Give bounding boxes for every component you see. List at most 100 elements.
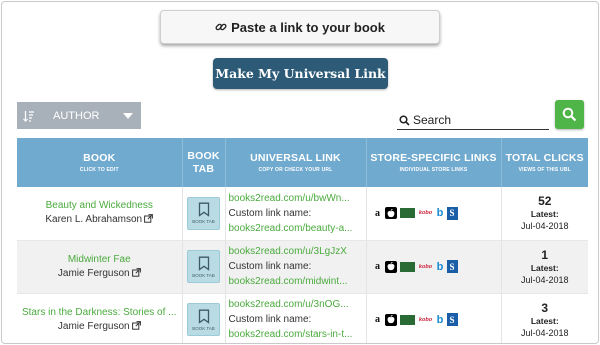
bookmark-icon — [198, 256, 209, 271]
amazon-icon[interactable]: a — [374, 314, 382, 325]
col-universal-link-sub: COPY OR CHECK YOUR URL — [258, 167, 333, 173]
books-table: BOOK CLICK TO EDIT BOOK TAB UNIVERSAL LI… — [17, 138, 588, 343]
custom-link-label: Custom link name: — [228, 314, 312, 325]
paste-link-button[interactable]: Paste a link to your book — [160, 10, 440, 44]
universal-link[interactable]: books2read.com/u/3LgJzX — [229, 244, 363, 259]
external-link-icon[interactable] — [144, 214, 154, 226]
scribd-icon[interactable]: S — [446, 313, 458, 326]
search-input[interactable]: Search — [397, 111, 549, 130]
latest-label: Latest: — [530, 209, 559, 220]
search-icon — [562, 107, 577, 122]
col-universal-link-title: UNIVERSAL LINK — [250, 152, 341, 164]
latest-date: Jul-04-2018 — [520, 274, 569, 285]
col-book-title: BOOK — [83, 152, 116, 164]
chevron-down-icon — [123, 112, 133, 119]
click-count: 52 — [538, 194, 552, 209]
nook-icon[interactable]: b — [437, 261, 444, 273]
col-store-links-sub: INDIVIDUAL STORE LINKS — [399, 167, 468, 173]
total-clicks-cell: 1 Latest: Jul-04-2018 — [501, 240, 588, 294]
universal-link[interactable]: books2read.com/u/3nOG... — [229, 297, 363, 312]
col-total-clicks-title: TOTAL CLICKS — [505, 152, 584, 164]
book-title-link[interactable]: Midwinter Fae — [20, 254, 179, 265]
col-book-sub: CLICK TO EDIT — [79, 167, 119, 173]
book-tab-button[interactable]: BOOK TAB — [187, 196, 220, 230]
sort-icon — [23, 110, 37, 122]
universal-link-cell: books2read.com/u/3LgJzX Custom link name… — [225, 240, 367, 294]
book-author: Jamie Ferguson — [20, 268, 179, 280]
kobo-icon[interactable]: kobo — [418, 209, 434, 217]
col-book-tab-title1: BOOK — [187, 149, 220, 162]
external-link-icon[interactable] — [131, 267, 141, 280]
amazon-icon[interactable]: a — [374, 208, 382, 219]
book-tab-button[interactable]: BOOK TAB — [187, 303, 220, 336]
book-author: Karen L. Abrahamson — [20, 214, 179, 226]
book-title-link[interactable]: Beauty and Wickedness — [20, 200, 179, 211]
book-cell: Midwinter Fae Jamie Ferguson — [17, 240, 183, 294]
author-name: Jamie Ferguson — [57, 320, 130, 332]
book-tab-label: BOOK TAB — [192, 325, 215, 331]
universal-link[interactable]: books2read.com/u/bwWn... — [229, 191, 363, 206]
universal-link-cell: books2read.com/u/bwWn... Custom link nam… — [225, 187, 367, 241]
col-header-book-tab: BOOK TAB — [182, 138, 226, 187]
kobo-icon[interactable]: kobo — [418, 316, 434, 324]
book-tab-cell: BOOK TAB — [182, 187, 226, 241]
book-title-link[interactable]: Stars in the Darkness: Stories of ... — [20, 307, 179, 318]
author-name: Karen L. Abrahamson — [45, 214, 143, 226]
store-links-cell: a kobo b S — [366, 293, 502, 343]
col-header-universal-link: UNIVERSAL LINK COPY OR CHECK YOUR URL — [225, 138, 367, 187]
custom-link-label: Custom link name: — [228, 207, 312, 219]
scribd-icon[interactable]: S — [446, 260, 458, 273]
nook-icon[interactable]: b — [437, 314, 444, 326]
make-universal-link-button[interactable]: Make My Universal Link — [213, 58, 388, 89]
author-name: Jamie Ferguson — [57, 267, 130, 279]
col-header-total-clicks: TOTAL CLICKS VIEWS OF THIS UBL — [501, 138, 588, 187]
link-icon — [215, 23, 227, 31]
universal-link-cell: books2read.com/u/3nOG... Custom link nam… — [225, 293, 367, 343]
latest-date: Jul-04-2018 — [520, 221, 569, 232]
sort-selected-value: AUTHOR — [53, 109, 100, 122]
google-play-icon[interactable] — [399, 208, 415, 219]
apple-books-icon[interactable] — [384, 260, 397, 273]
table-row: Beauty and Wickedness Karen L. Abrahamso… — [17, 187, 588, 241]
book-tab-cell: BOOK TAB — [182, 240, 226, 294]
latest-label: Latest: — [530, 262, 559, 273]
bookmark-icon — [198, 309, 209, 324]
book-cell: Stars in the Darkness: Stories of ... Ja… — [17, 293, 183, 343]
sort-dropdown[interactable]: AUTHOR — [17, 102, 141, 129]
click-count: 1 — [541, 247, 549, 262]
search-button[interactable] — [555, 100, 584, 129]
col-total-clicks-sub: VIEWS OF THIS UBL — [518, 167, 571, 173]
col-book-tab-title2: TAB — [192, 162, 215, 175]
col-store-links-title: STORE-SPECIFIC LINKS — [370, 152, 497, 164]
book-author: Jamie Ferguson — [20, 321, 179, 333]
latest-label: Latest: — [530, 315, 559, 326]
nook-icon[interactable]: b — [437, 207, 444, 219]
store-links-cell: a kobo b S — [366, 240, 502, 294]
scribd-icon[interactable]: S — [446, 206, 458, 220]
table-row: Stars in the Darkness: Stories of ... Ja… — [17, 293, 588, 343]
apple-books-icon[interactable] — [384, 207, 397, 220]
table-row: Midwinter Fae Jamie Ferguson BOOK TAB bo… — [17, 240, 588, 294]
book-tab-label: BOOK TAB — [192, 272, 215, 278]
search-placeholder: Search — [413, 113, 452, 127]
external-link-icon[interactable] — [131, 320, 141, 333]
book-tab-label: BOOK TAB — [192, 219, 215, 225]
custom-link[interactable]: books2read.com/stars-in-t... — [229, 327, 363, 342]
google-play-icon[interactable] — [399, 314, 415, 325]
col-header-store-links: STORE-SPECIFIC LINKS INDIVIDUAL STORE LI… — [366, 138, 502, 187]
book-cell: Beauty and Wickedness Karen L. Abrahamso… — [17, 187, 183, 241]
store-links-cell: a kobo b S — [366, 187, 502, 241]
book-tab-cell: BOOK TAB — [182, 293, 226, 343]
book-tab-button[interactable]: BOOK TAB — [187, 250, 220, 283]
amazon-icon[interactable]: a — [374, 261, 382, 272]
make-universal-link-label: Make My Universal Link — [215, 66, 386, 81]
google-play-icon[interactable] — [399, 261, 415, 272]
custom-link[interactable]: books2read.com/midwint... — [229, 274, 363, 289]
total-clicks-cell: 3 Latest: Jul-04-2018 — [501, 293, 588, 343]
kobo-icon[interactable]: kobo — [418, 263, 434, 271]
custom-link-label: Custom link name: — [228, 261, 312, 272]
click-count: 3 — [541, 300, 549, 315]
custom-link[interactable]: books2read.com/beauty-a... — [229, 221, 363, 236]
paste-link-label: Paste a link to your book — [231, 19, 385, 35]
apple-books-icon[interactable] — [384, 313, 397, 326]
